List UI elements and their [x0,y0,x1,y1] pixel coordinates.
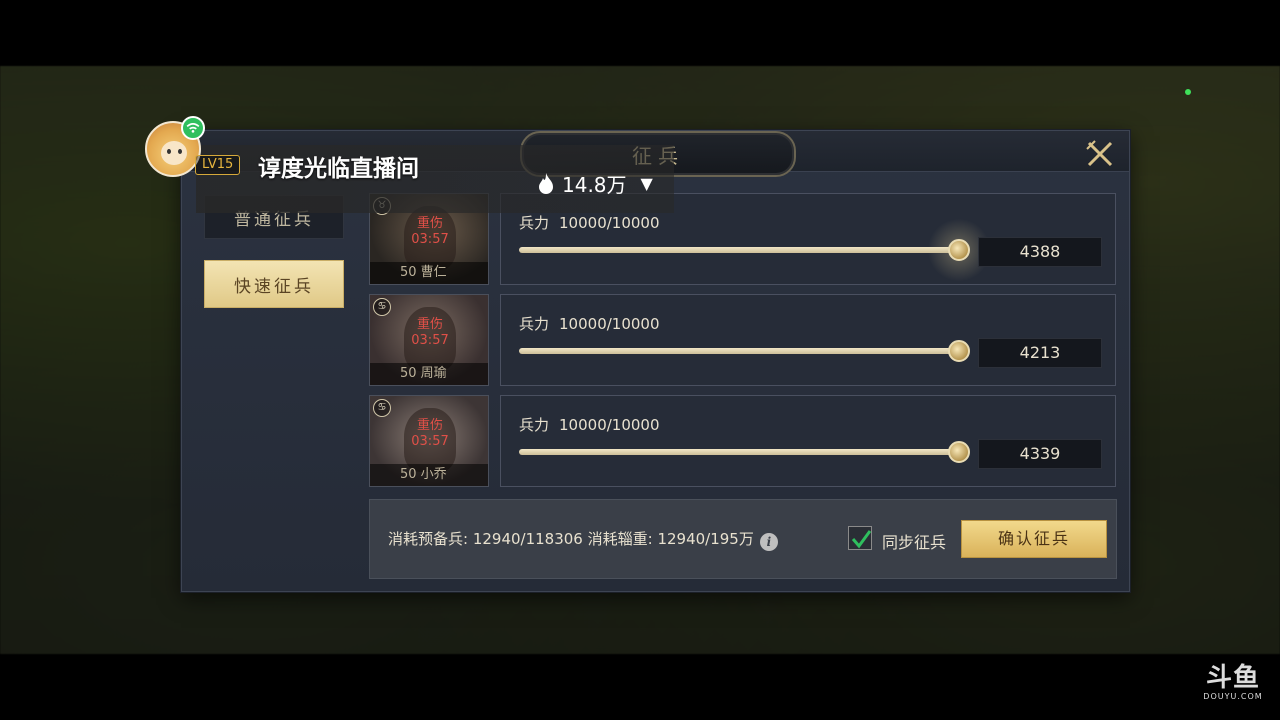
troop-label: 兵力 10000/10000 [519,315,660,333]
sync-checkbox[interactable] [848,526,872,550]
amount-field[interactable]: 4339 [978,439,1102,469]
cost-footer: 消耗预备兵: 12940/118306 消耗辎重: 12940/195万 i 同步… [369,499,1117,579]
cost-summary: 消耗预备兵: 12940/118306 消耗辎重: 12940/195万 i [388,528,778,551]
status-dot [1185,89,1191,95]
troop-panel: 兵力 10000/10000 4213 [500,294,1116,386]
hero-name: 50 周瑜 [370,363,488,385]
troop-value: 10000/10000 [559,214,660,232]
info-icon[interactable]: i [759,533,778,551]
confirm-conscription-button[interactable]: 确认征兵 [961,520,1107,558]
sync-label: 同步征兵 [882,533,947,552]
zodiac-icon: ♋ [373,399,391,417]
hero-row: ♋ 重伤 03:57 50 小乔 兵力 10000/10000 4339 [369,395,1117,487]
injury-status: 重伤 03:57 [370,418,488,450]
slider-knob[interactable] [948,239,970,261]
troop-value: 10000/10000 [559,315,660,333]
troop-label: 兵力 10000/10000 [519,416,660,434]
troop-label: 兵力 10000/10000 [519,214,660,232]
level-badge: LV15 [195,155,241,175]
checkmark-icon [851,530,872,549]
heat-counter[interactable]: 14.8万 ▼ [536,169,653,198]
hero-name: 50 小乔 [370,464,488,486]
troop-slider[interactable] [519,449,959,455]
dropdown-icon[interactable]: ▼ [641,174,653,193]
heat-value: 14.8万 [562,173,627,197]
douyu-logo: 斗鱼 DOUYU.COM [1203,663,1263,701]
troop-slider[interactable] [519,247,959,253]
injury-timer: 03:57 [411,434,449,449]
troop-value: 10000/10000 [559,416,660,434]
tab-fast-conscription[interactable]: 快速征兵 [204,260,344,308]
hero-name: 50 曹仁 [370,262,488,284]
slider-knob[interactable] [948,441,970,463]
wifi-icon [181,116,205,140]
hero-row: ♋ 重伤 03:57 50 周瑜 兵力 10000/10000 4213 [369,294,1117,386]
slider-knob[interactable] [948,340,970,362]
flame-icon [539,172,553,194]
amount-field[interactable]: 4388 [978,237,1102,267]
injury-timer: 03:57 [411,232,449,247]
room-title: 谆度光临直播间 [258,156,419,182]
amount-field[interactable]: 4213 [978,338,1102,368]
troop-slider[interactable] [519,348,959,354]
hero-portrait[interactable]: ♋ 重伤 03:57 50 周瑜 [369,294,489,386]
close-icon[interactable] [1084,138,1116,170]
injury-status: 重伤 03:57 [370,216,488,248]
injury-status: 重伤 03:57 [370,317,488,349]
zodiac-icon: ♋ [373,298,391,316]
hero-portrait[interactable]: ♋ 重伤 03:57 50 小乔 [369,395,489,487]
injury-timer: 03:57 [411,333,449,348]
troop-panel: 兵力 10000/10000 4339 [500,395,1116,487]
